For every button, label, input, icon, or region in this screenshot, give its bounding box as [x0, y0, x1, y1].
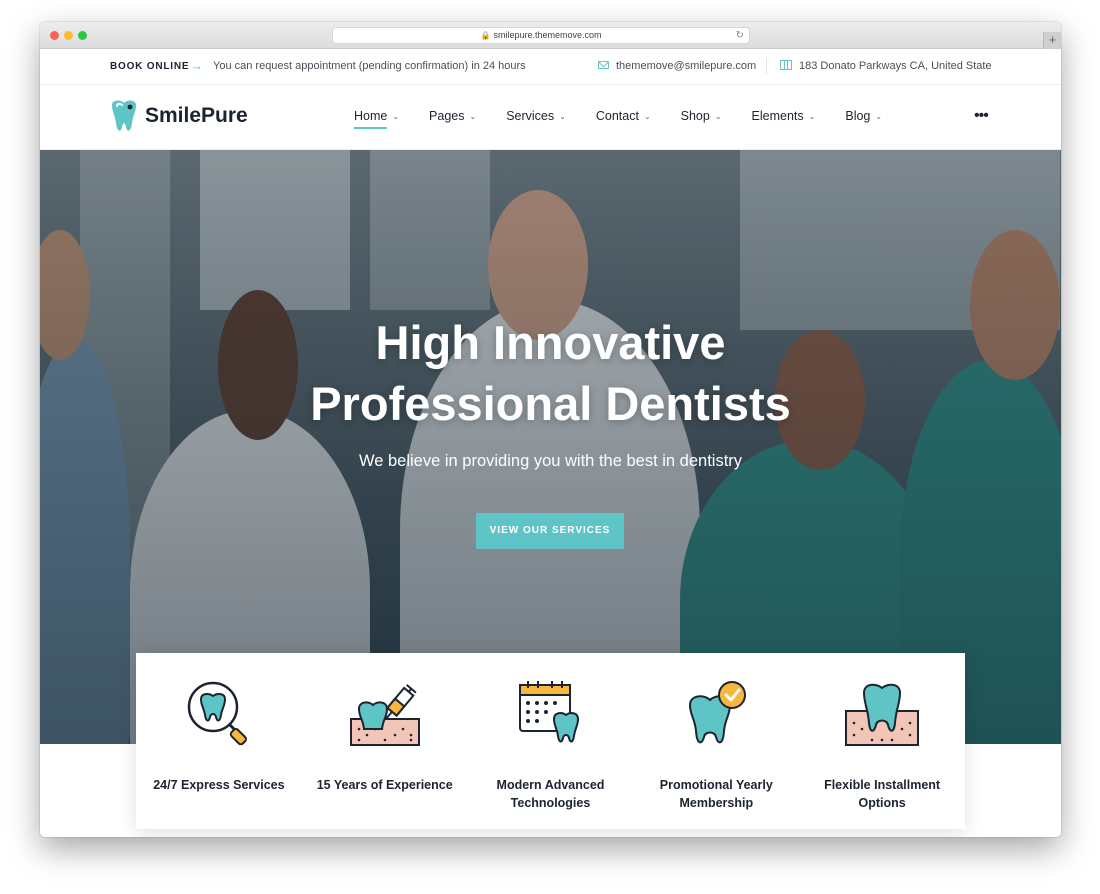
feature-label: Modern Advanced Technologies: [496, 778, 605, 810]
feature-item[interactable]: 15 Years of Experience: [302, 653, 468, 829]
more-options-icon[interactable]: •••: [974, 107, 989, 125]
chevron-down-icon: ⌄: [643, 112, 651, 121]
hero-subtitle: We believe in providing you with the bes…: [358, 452, 743, 470]
feature-item[interactable]: Modern Advanced Technologies: [468, 653, 634, 829]
new-tab-button[interactable]: +: [1043, 32, 1061, 49]
arrow-right-icon: →: [190, 58, 203, 73]
tooth-gum-icon: [845, 683, 920, 746]
nav-pages[interactable]: Pages ⌄: [429, 109, 476, 123]
nav-blog[interactable]: Blog ⌄: [845, 109, 882, 123]
chevron-down-icon: ⌄: [469, 112, 477, 121]
chevron-down-icon: ⌄: [808, 112, 816, 121]
feature-label: Promotional Yearly Membership: [659, 778, 773, 810]
nav-shop-label: Shop: [680, 109, 710, 123]
reload-icon[interactable]: ↻: [736, 28, 744, 43]
nav-pages-label: Pages: [429, 109, 465, 123]
nav-services-label: Services: [506, 109, 555, 123]
hero-title: High Innovative Professional Dentists: [40, 312, 1061, 434]
hero-title-line2: Professional Dentists: [310, 377, 791, 430]
feature-label: 24/7 Express Services: [153, 778, 285, 792]
view-services-button[interactable]: VIEW OUR SERVICES: [476, 513, 624, 549]
address-text: 183 Donato Parkways CA, United State: [799, 60, 992, 72]
hero-title-line1: High Innovative: [375, 316, 726, 369]
site-header: SmilePure Home ⌄ Pages ⌄ Services ⌄ Contact…: [40, 85, 1061, 150]
chevron-down-icon: ⌄: [559, 112, 566, 121]
browser-window: 🔒 smilepure.thememove.com ↻ + BOOK ONLINE…: [40, 22, 1061, 837]
book-online-link[interactable]: BOOK ONLINE: [110, 61, 189, 72]
tooth-search-icon: [187, 681, 247, 746]
calendar-tooth-icon: [519, 681, 580, 743]
feature-label: 15 Years of Experience: [316, 778, 453, 792]
brand-name[interactable]: SmilePure: [145, 104, 248, 128]
nav-shop[interactable]: Shop ⌄: [681, 109, 722, 123]
nav-home[interactable]: Home ⌄: [354, 109, 400, 129]
nav-contact-label: Contact: [595, 109, 639, 123]
nav-home-label: Home: [354, 109, 388, 123]
close-window-button[interactable]: [50, 31, 59, 40]
nav-blog-label: Blog: [845, 109, 871, 123]
map-icon: [780, 60, 792, 70]
feature-item[interactable]: 24/7 Express Services: [136, 653, 302, 829]
tooth-check-icon: [689, 681, 747, 744]
nav-elements-label: Elements: [751, 109, 804, 123]
tooth-injection-icon: [349, 684, 420, 746]
chevron-down-icon: ⌄: [714, 112, 722, 121]
maximize-window-button[interactable]: [78, 31, 87, 40]
top-info-bar: BOOK ONLINE → You can request appointmen…: [40, 49, 1061, 85]
url-text: smilepure.thememove.com: [493, 30, 602, 40]
features-panel: 24/7 Express Services 15 Years of Experi…: [136, 653, 965, 829]
browser-toolbar: 🔒 smilepure.thememove.com ↻ +: [40, 22, 1061, 49]
nav-services[interactable]: Services ⌄: [506, 109, 566, 123]
nav-elements[interactable]: Elements ⌄: [752, 109, 816, 123]
tooth-logo-icon[interactable]: [108, 99, 140, 135]
feature-label: Flexible Installment Options: [824, 778, 941, 810]
divider: [766, 58, 767, 74]
email-link[interactable]: thememove@smilepure.com: [616, 60, 756, 72]
appointment-notice: You can request appointment (pending con…: [213, 60, 526, 72]
feature-item[interactable]: Promotional Yearly Membership: [633, 653, 799, 829]
envelope-icon: [598, 61, 609, 69]
feature-item[interactable]: Flexible Installment Options: [799, 653, 965, 829]
lock-icon: 🔒: [480, 31, 491, 40]
main-nav: Home ⌄ Pages ⌄ Services ⌄ Contact ⌄ Shop ⌄ El…: [354, 109, 912, 129]
chevron-down-icon: ⌄: [392, 112, 400, 121]
chevron-down-icon: ⌄: [875, 112, 883, 121]
nav-contact[interactable]: Contact ⌄: [596, 109, 651, 123]
address-bar[interactable]: 🔒 smilepure.thememove.com ↻: [332, 27, 750, 44]
minimize-window-button[interactable]: [64, 31, 73, 40]
